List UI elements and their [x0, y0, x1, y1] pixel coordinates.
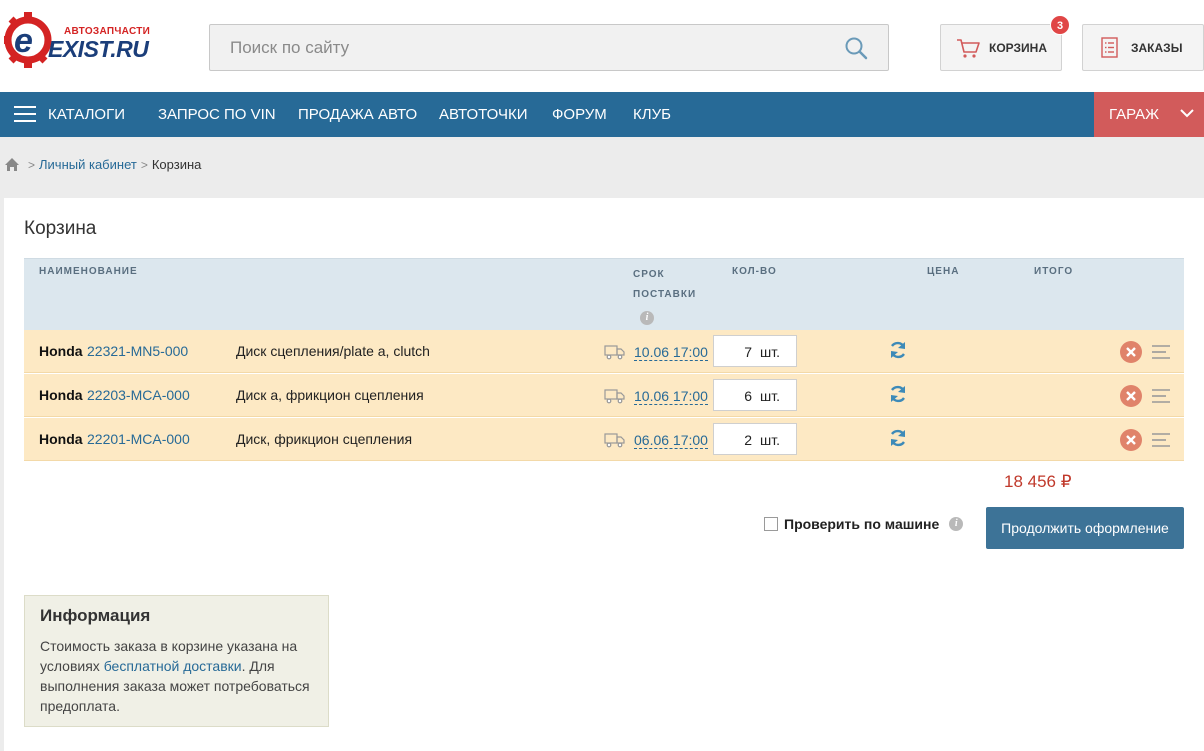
- quantity-value: 7: [744, 344, 752, 360]
- quantity-unit: шт.: [760, 344, 780, 360]
- nav-item-vin-request[interactable]: ЗАПРОС ПО VIN: [158, 92, 276, 137]
- column-header-qty: КОЛ-ВО: [732, 266, 777, 277]
- search-input[interactable]: [210, 25, 830, 70]
- free-delivery-link[interactable]: бесплатной доставки: [104, 658, 242, 674]
- info-title: Информация: [40, 606, 151, 625]
- search-box: [209, 24, 889, 71]
- svg-text:e: e: [14, 22, 33, 60]
- delivery-date[interactable]: 10.06 17:00: [634, 389, 708, 405]
- column-header-total: ИТОГО: [1034, 266, 1074, 277]
- cart-count-badge: 3: [1050, 15, 1070, 35]
- delivery-truck-icon: [604, 345, 625, 360]
- breadcrumb-separator: >: [28, 157, 36, 172]
- chevron-down-icon: [1180, 109, 1194, 118]
- main-nav: КАТАЛОГИ ЗАПРОС ПО VIN ПРОДАЖА АВТО АВТО…: [0, 92, 1204, 137]
- quantity-unit: шт.: [760, 432, 780, 448]
- quantity-value: 6: [744, 388, 752, 404]
- cart-row: Honda 22203-MCA-000 Диск а, фрикцион сце…: [24, 374, 1184, 417]
- column-header-price: ЦЕНА: [927, 266, 960, 277]
- cart-label: КОРЗИНА: [989, 40, 1047, 55]
- cart-card: Корзина НАИМЕНОВАНИЕ СРОК ПОСТАВКИ i КОЛ…: [4, 198, 1204, 751]
- item-brand: Honda: [39, 387, 83, 403]
- home-icon[interactable]: [4, 157, 20, 172]
- cart-button[interactable]: КОРЗИНА: [940, 24, 1062, 71]
- item-part-number-link[interactable]: 22201-MCA-000: [87, 431, 190, 447]
- check-by-car-checkbox[interactable]: [764, 517, 778, 531]
- garage-label: ГАРАЖ: [1109, 106, 1159, 123]
- nav-item-car-sale[interactable]: ПРОДАЖА АВТО: [298, 92, 417, 137]
- remove-item-icon[interactable]: [1120, 385, 1142, 407]
- garage-dropdown[interactable]: ГАРАЖ: [1094, 92, 1204, 137]
- header: e АВТОЗАПЧАСТИ EXIST.RU КОРЗИНА 3 ЗАК: [0, 0, 1204, 92]
- quantity-field[interactable]: 6 шт.: [713, 379, 797, 411]
- item-menu-icon[interactable]: [1152, 389, 1170, 403]
- delivery-truck-icon: [604, 433, 625, 448]
- cart-row: Honda 22201-MCA-000 Диск, фрикцион сцепл…: [24, 418, 1184, 461]
- remove-item-icon[interactable]: [1120, 429, 1142, 451]
- delivery-date[interactable]: 06.06 17:00: [634, 433, 708, 449]
- delivery-truck-icon: [604, 389, 625, 404]
- refresh-icon[interactable]: [888, 384, 908, 404]
- check-by-car-label[interactable]: Проверить по машине: [784, 516, 939, 532]
- check-by-car-option: Проверить по машине i: [764, 516, 964, 532]
- item-brand: Honda: [39, 431, 83, 447]
- delivery-info-icon[interactable]: i: [640, 307, 654, 325]
- item-menu-icon[interactable]: [1152, 345, 1170, 359]
- site-logo[interactable]: e АВТОЗАПЧАСТИ EXIST.RU: [4, 10, 154, 70]
- breadcrumb-separator: >: [140, 157, 148, 172]
- refresh-icon[interactable]: [888, 340, 908, 360]
- item-part-number-link[interactable]: 22321-MN5-000: [87, 343, 188, 359]
- nav-item-forum[interactable]: ФОРУМ: [552, 92, 607, 137]
- logo-brand: EXIST.RU: [48, 36, 149, 62]
- breadcrumb-link-account[interactable]: Личный кабинет: [39, 157, 137, 172]
- search-icon[interactable]: [844, 36, 868, 60]
- cart-icon: [957, 38, 980, 58]
- nav-item-autopoints[interactable]: АВТОТОЧКИ: [439, 92, 528, 137]
- nav-item-catalogs[interactable]: КАТАЛОГИ: [48, 92, 125, 137]
- cart-row: Honda 22321-MN5-000 Диск сцепления/plate…: [24, 330, 1184, 373]
- quantity-value: 2: [744, 432, 752, 448]
- quantity-field[interactable]: 7 шт.: [713, 335, 797, 367]
- item-description: Диск сцепления/plate a, clutch: [236, 343, 430, 359]
- item-part-number-link[interactable]: 22203-MCA-000: [87, 387, 190, 403]
- column-header-delivery-1: СРОК: [633, 269, 665, 280]
- orders-label: ЗАКАЗЫ: [1131, 40, 1183, 55]
- info-box: Информация Стоимость заказа в корзине ук…: [24, 595, 329, 727]
- hamburger-menu-icon[interactable]: [14, 106, 36, 124]
- continue-checkout-button[interactable]: Продолжить оформление: [986, 507, 1184, 549]
- item-description: Диск, фрикцион сцепления: [236, 431, 413, 447]
- refresh-icon[interactable]: [888, 428, 908, 448]
- column-header-delivery-2: ПОСТАВКИ: [633, 289, 697, 300]
- delivery-date[interactable]: 10.06 17:00: [634, 345, 708, 361]
- info-text: Стоимость заказа в корзине указана на ус…: [40, 638, 310, 714]
- item-description: Диск а, фрикцион сцепления: [236, 387, 424, 403]
- check-info-icon[interactable]: i: [949, 517, 964, 531]
- breadcrumb-current: Корзина: [151, 157, 202, 172]
- page-title: Корзина: [24, 218, 97, 239]
- cart-table-header: НАИМЕНОВАНИЕ СРОК ПОСТАВКИ i КОЛ-ВО ЦЕНА…: [24, 258, 1184, 330]
- column-header-name: НАИМЕНОВАНИЕ: [39, 266, 138, 277]
- nav-item-club[interactable]: КЛУБ: [633, 92, 671, 137]
- quantity-unit: шт.: [760, 388, 780, 404]
- quantity-field[interactable]: 2 шт.: [713, 423, 797, 455]
- breadcrumb: > Личный кабинет > Корзина: [4, 157, 201, 172]
- orders-list-icon: [1101, 36, 1118, 58]
- item-brand: Honda: [39, 343, 83, 359]
- cart-total-sum: 18 456 ₽: [1004, 472, 1072, 491]
- remove-item-icon[interactable]: [1120, 341, 1142, 363]
- item-menu-icon[interactable]: [1152, 433, 1170, 447]
- orders-button[interactable]: ЗАКАЗЫ: [1082, 24, 1204, 71]
